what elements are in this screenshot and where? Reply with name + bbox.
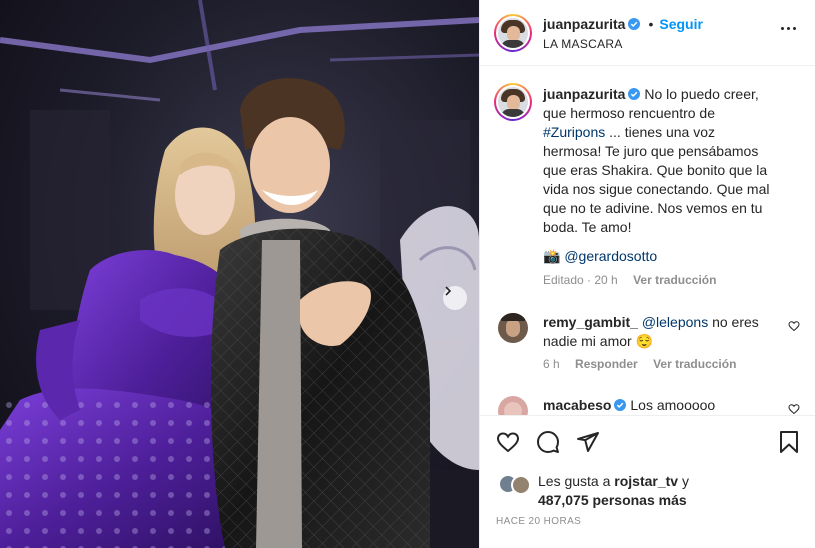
comment-mention[interactable]: @lelepons — [642, 314, 708, 330]
comment-2: macabeso Los amooooo — [543, 396, 763, 415]
post-header: juanpazurita • Seguir LA MASCARA — [480, 0, 815, 66]
comment-username[interactable]: remy_gambit_ — [543, 314, 638, 330]
post-photo — [0, 0, 479, 548]
liker-avatar — [511, 475, 531, 495]
author-avatar[interactable] — [494, 14, 532, 52]
verified-badge-icon — [614, 399, 627, 411]
comment-time[interactable]: 6 h — [543, 357, 560, 371]
separator-dot: • — [648, 16, 654, 32]
reply-button[interactable]: Responder — [575, 357, 638, 371]
comment-emoji: 😌 — [635, 333, 654, 349]
caption-username[interactable]: juanpazurita — [543, 86, 625, 102]
photo-credit-mention[interactable]: @gerardosotto — [564, 248, 657, 264]
comment-1: remy_gambit_ @lelepons no eres nadie mi … — [543, 313, 763, 351]
author-username[interactable]: juanpazurita — [543, 16, 625, 32]
liked-by-user[interactable]: rojstar_tv — [614, 473, 678, 489]
caption-text-end: ... tienes una voz hermosa! Te juro que … — [543, 124, 770, 235]
share-paper-plane-icon[interactable] — [576, 430, 600, 454]
caption-meta: Editado · 20 h Ver traducción — [543, 273, 717, 287]
post-actions: Les gusta a rojstar_tv y 487,075 persona… — [480, 415, 815, 548]
commenter-avatar[interactable] — [498, 313, 528, 343]
comments-area[interactable]: juanpazurita No lo puedo creer, que herm… — [480, 67, 815, 415]
camera-emoji: 📸 — [543, 248, 561, 264]
caption-hashtag[interactable]: #Zuripons — [543, 124, 605, 140]
like-heart-icon[interactable] — [496, 430, 520, 454]
save-bookmark-icon[interactable] — [778, 430, 800, 454]
comment-1-meta: 6 h Responder Ver traducción — [543, 357, 736, 371]
comment-bubble-icon[interactable] — [536, 430, 560, 454]
post-sidebar: juanpazurita • Seguir LA MASCARA juanpazur… — [479, 0, 815, 548]
photo-credit-line: 📸 @gerardosotto — [543, 247, 657, 266]
more-options-icon[interactable] — [781, 27, 796, 30]
like-comment-heart-icon[interactable] — [788, 320, 800, 332]
edited-label: Editado — [543, 273, 584, 287]
likes-conjunction: y — [681, 473, 689, 489]
like-comment-heart-icon[interactable] — [788, 403, 800, 415]
caption-time[interactable]: 20 h — [594, 273, 617, 287]
caption-translate-link[interactable]: Ver traducción — [633, 273, 716, 287]
likes-prefix: Les gusta a — [538, 473, 611, 489]
verified-badge-icon — [628, 88, 641, 100]
likes-summary: Les gusta a rojstar_tv y 487,075 persona… — [538, 472, 689, 510]
post-location[interactable]: LA MASCARA — [543, 37, 623, 51]
chevron-right-icon — [445, 286, 452, 296]
follow-button[interactable]: Seguir — [659, 16, 703, 32]
next-photo-button[interactable] — [443, 286, 467, 310]
comment-text: Los amooooo — [630, 397, 716, 413]
comment-username[interactable]: macabeso — [543, 397, 611, 413]
verified-badge-icon — [628, 18, 641, 30]
post-caption: juanpazurita No lo puedo creer, que herm… — [543, 85, 775, 237]
liked-by-avatars[interactable] — [498, 474, 532, 496]
post-timestamp[interactable]: HACE 20 HORAS — [496, 516, 581, 527]
commenter-avatar[interactable] — [498, 396, 528, 415]
comment-translate-link[interactable]: Ver traducción — [653, 357, 736, 371]
likes-count[interactable]: 487,075 personas más — [538, 492, 687, 508]
photo-scene — [0, 0, 479, 548]
caption-avatar[interactable] — [494, 83, 532, 121]
